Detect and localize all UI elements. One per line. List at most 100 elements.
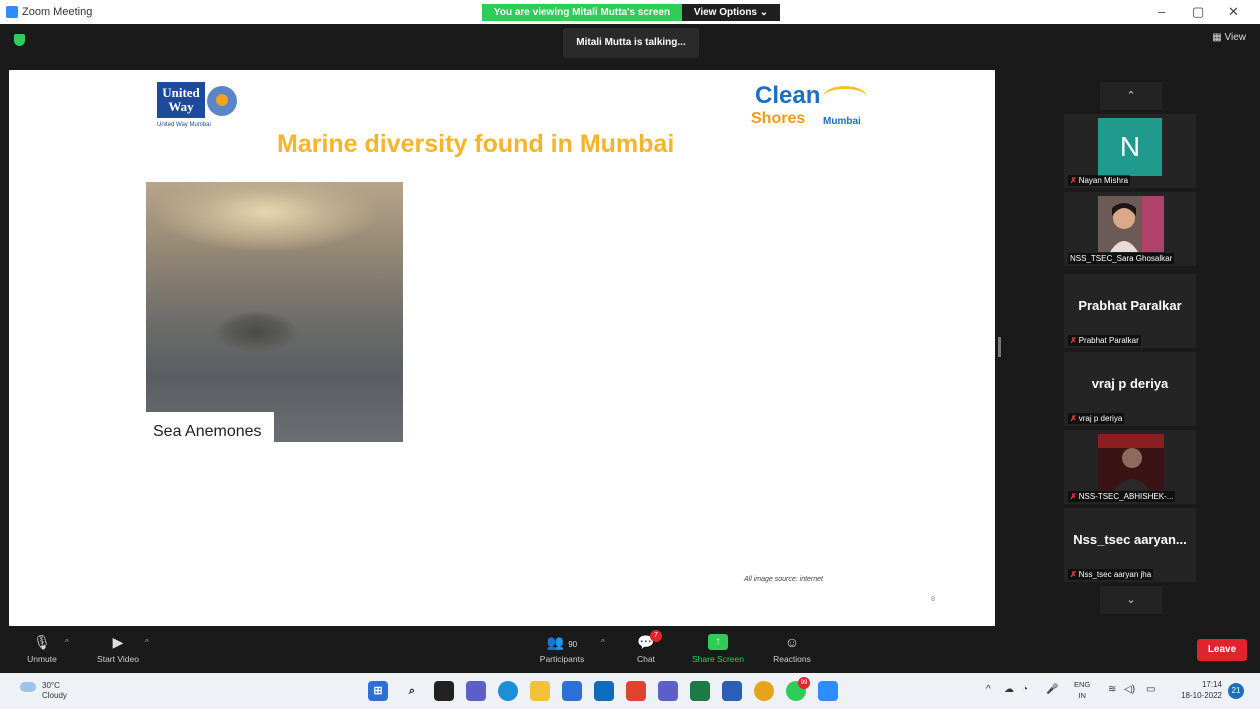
volume-icon[interactable]: ◁) [1124,684,1135,695]
participant-name-tag: ✗ Prabhat Paralkar [1068,335,1141,346]
mic-muted-icon: ✗ [1070,492,1077,501]
participant-name-tag: ✗ Nayan Mishra [1068,175,1131,186]
participant-tile-nayan[interactable]: N ✗ Nayan Mishra [1064,114,1196,188]
chrome-notification-badge: 99 [798,677,810,689]
window-title: Zoom Meeting [22,6,93,18]
grid-icon: ▦ [1212,32,1225,43]
clean-wordmark: Clean [755,82,821,109]
unmute-button[interactable]: 🎙 Unmute [20,634,64,664]
participant-name-tag: ✗ NSS-TSEC_ABHISHEK-... [1068,491,1176,502]
battery-icon[interactable]: ▭ [1146,684,1155,695]
chrome-icon[interactable] [754,681,774,701]
temperature: 30°C [42,681,60,690]
microphone-icon[interactable]: 🎤 [1046,684,1058,695]
mic-muted-icon: 🎙 [33,634,51,650]
clean-shores-logo: Clean Shores Mumbai [749,80,879,136]
outlook-icon[interactable] [594,681,614,701]
input-language-indicator[interactable]: ENG IN [1074,679,1090,701]
reactions-button[interactable]: ☺ Reactions [766,634,818,664]
participant-tile-aaryan[interactable]: Nss_tsec aaryan... ✗ Nss_tsec aaryan jha [1064,508,1196,582]
participant-tile-sara[interactable]: NSS_TSEC_Sara Ghosalkar [1064,192,1196,266]
minimize-button[interactable]: – [1158,4,1165,19]
wifi-icon[interactable]: ≋ [1108,684,1116,695]
cloud-icon [20,682,36,692]
excel-icon[interactable] [690,681,710,701]
unmute-label: Unmute [27,654,57,664]
weather-condition: Cloudy [42,691,67,700]
slide-page-number: 8 [931,596,935,603]
participant-name: NSS-TSEC_ABHISHEK-... [1078,492,1174,501]
video-off-icon: ▶ [112,634,124,650]
participant-display-name: vraj p deriya [1091,376,1169,391]
participant-display-name: Prabhat Paralkar [1078,298,1182,313]
share-screen-button[interactable]: ↑ Share Screen [686,634,750,664]
united-way-caption: United Way Mumbai [157,122,211,128]
audio-options-caret[interactable]: ^ [65,638,69,647]
participants-options-caret[interactable]: ^ [601,638,605,647]
splitter-handle[interactable] [998,337,1001,357]
gallery-down-arrow[interactable]: ⌄ [1100,586,1162,614]
windows-taskbar: 30°C Cloudy ⊞ ⌕ 99 ^ ☁ ◔ 🎤 ENG IN ≋ ◁) ▭… [0,673,1260,709]
participant-name: vraj p deriya [1078,414,1123,423]
file-explorer-icon[interactable] [530,681,550,701]
word-icon[interactable] [722,681,742,701]
avatar: N [1098,118,1162,176]
task-view-icon[interactable] [434,681,454,701]
participant-name: NSS_TSEC_Sara Ghosalkar [1070,254,1173,263]
view-button[interactable]: ▦ View [1212,32,1246,43]
start-video-button[interactable]: ▶ Start Video [90,634,146,664]
edge-icon[interactable] [498,681,518,701]
network-icon[interactable]: ◔ [1022,684,1028,695]
office-icon[interactable] [626,681,646,701]
shared-screen: United Way United Way Mumbai Marine dive… [9,70,995,626]
tray-overflow-icon[interactable]: ^ [986,684,991,695]
chat-badge: 7 [650,630,662,642]
clock-time: 17:14 [1201,680,1222,689]
region-code: IN [1078,691,1086,700]
united-way-wordmark: United Way [157,82,205,118]
chat-app-icon[interactable] [466,681,486,701]
leave-button[interactable]: Leave [1197,639,1247,661]
participant-video-frame [1098,196,1164,252]
start-video-label: Start Video [97,654,139,664]
notification-badge[interactable]: 21 [1228,683,1244,699]
share-screen-label: Share Screen [692,654,744,664]
windows-start-icon[interactable]: ⊞ [368,681,388,701]
cloud-sync-icon[interactable]: ☁ [1004,684,1014,695]
slide-title: Marine diversity found in Mumbai [277,130,675,158]
sea-anemone-photo [146,182,403,442]
maximize-button[interactable]: ▢ [1192,4,1204,20]
participants-button[interactable]: 👥 90 Participants [532,634,592,664]
image-caption: Sea Anemones [153,423,262,440]
reactions-icon: ☺ [784,634,800,650]
mic-muted-icon: ✗ [1070,336,1077,345]
gallery-up-arrow[interactable]: ⌃ [1100,82,1162,110]
store-icon[interactable] [562,681,582,701]
participant-name-tag: ✗ vraj p deriya [1068,413,1125,424]
view-label: View [1224,32,1247,43]
talking-indicator: Mitali Mutta is talking... [563,28,699,58]
participant-tile-abhishek[interactable]: ✗ NSS-TSEC_ABHISHEK-... [1064,430,1196,504]
zoom-taskbar-icon[interactable] [818,681,838,701]
participant-name-tag: ✗ Nss_tsec aaryan jha [1068,569,1154,580]
participant-name: Nayan Mishra [1078,176,1129,185]
sun-icon [823,86,867,108]
view-options-button[interactable]: View Options ⌄ [682,4,780,21]
participant-tile-prabhat[interactable]: Prabhat Paralkar ✗ Prabhat Paralkar [1064,274,1196,348]
clock-date: 18-10-2022 [1181,691,1222,700]
participants-count: 90 [568,640,578,649]
search-icon[interactable]: ⌕ [402,681,422,701]
united-way-logo: United Way United Way Mumbai [157,82,247,128]
close-button[interactable]: ✕ [1228,4,1239,20]
system-clock[interactable]: 17:14 18-10-2022 [1172,679,1222,701]
participant-tile-vraj[interactable]: vraj p deriya ✗ vraj p deriya [1064,352,1196,426]
reactions-label: Reactions [773,654,811,664]
participant-name: Nss_tsec aaryan jha [1078,570,1152,579]
video-options-caret[interactable]: ^ [145,638,149,647]
security-shield-icon[interactable] [14,34,25,46]
teams-icon[interactable] [658,681,678,701]
participant-name-tag: NSS_TSEC_Sara Ghosalkar [1068,253,1175,264]
united-way-hand-icon [207,86,237,116]
weather-widget[interactable]: 30°C Cloudy [20,681,67,701]
language-code: ENG [1074,680,1091,689]
